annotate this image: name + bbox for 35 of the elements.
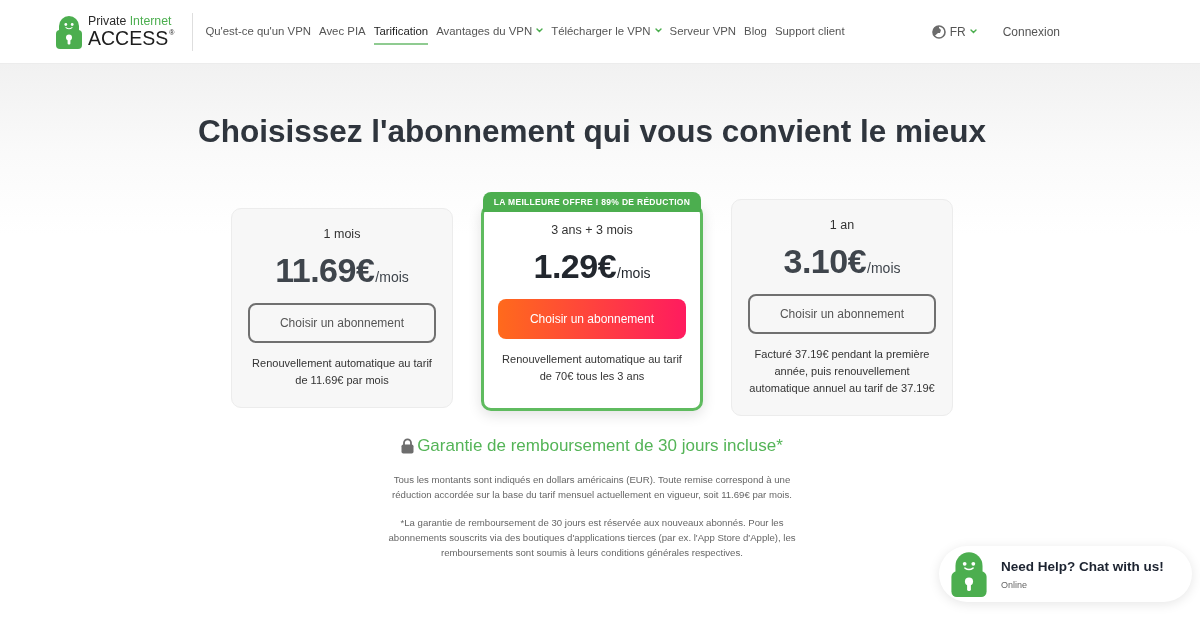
chat-widget[interactable]: Need Help? Chat with us! Online: [939, 546, 1192, 602]
choose-plan-button[interactable]: Choisir un abonnement: [748, 294, 936, 334]
logo-wordmark: ACCESS$^{®}$: [88, 28, 175, 49]
chat-title: Need Help? Chat with us!: [1001, 558, 1164, 574]
plan-renewal-note: Facturé 37.19€ pendant la première année, puis renouvellement automatique annuel au tarif de 37.19€: [748, 347, 936, 396]
nav-link[interactable]: Télécharger le VPN: [551, 18, 662, 45]
padlock-mascot-icon: [951, 551, 987, 597]
logo-tagline: Private Internet: [88, 14, 173, 27]
fine-print: *La garantie de remboursement de 30 jours est réservée aux nouveaux abonnés. Pour les abonnements souscrits via des boutiques d'applications tierces (par ex. l'App Store d'Apple), les remboursements sont soumis à leurs conditions générales respectives.: [387, 516, 797, 560]
nav-link[interactable]: Avantages du VPN: [436, 18, 544, 45]
guarantee-heading: Garantie de remboursement de 30 jours incluse*: [417, 436, 783, 456]
language-selector[interactable]: FR: [931, 24, 977, 39]
plan-period: 3 ans + 3 mois: [551, 222, 633, 239]
login-link[interactable]: Connexion: [1002, 24, 1060, 39]
nav-link[interactable]: Support client: [774, 18, 845, 45]
nav-link[interactable]: Avec PIA: [319, 18, 366, 45]
padlock-logo-icon: [56, 14, 82, 49]
nav-link[interactable]: Blog: [744, 18, 767, 45]
nav-link[interactable]: Serveur VPN: [669, 18, 737, 45]
nav-link[interactable]: Qu'est-ce qu'un VPN: [205, 18, 312, 45]
plan-price: 1.29€/mois: [533, 247, 651, 285]
best-offer-badge: LA MEILLEURE OFFRE ! 89% DE RÉDUCTION: [483, 192, 701, 212]
fine-print: Tous les montants sont indiqués en dollars américains (EUR). Toute remise correspond à une réduction accordée sur la base du tarif mensuel actuellement en vigueur, soit 11.69€ par mois.: [391, 473, 793, 502]
page-title: Choisissez l'abonnement qui vous convient le mieux: [197, 113, 987, 149]
nav-link[interactable]: Tarification: [373, 18, 429, 45]
chat-status: Online: [1001, 579, 1028, 590]
plan-renewal-note: Renouvellement automatique au tarif de 11.69€ par mois: [251, 355, 433, 388]
plan-price: 3.10€/mois: [783, 242, 901, 280]
plan-period: 1 an: [829, 217, 855, 234]
lock-icon: [401, 438, 415, 454]
plan-renewal-note: Renouvellement automatique au tarif de 70€ tous les 3 ans: [501, 352, 683, 384]
plan-period: 1 mois: [323, 225, 361, 243]
plan-price: 11.69€/mois: [275, 250, 409, 289]
choose-plan-button[interactable]: Choisir un abonnement: [248, 302, 436, 343]
globe-icon: [931, 24, 946, 39]
